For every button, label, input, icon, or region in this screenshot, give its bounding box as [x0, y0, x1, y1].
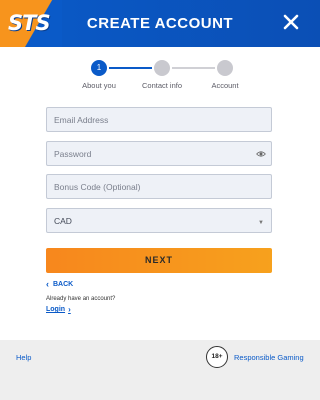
- responsible-gaming-link[interactable]: Responsible Gaming: [234, 353, 304, 362]
- step-connector-2: [172, 67, 215, 69]
- email-field[interactable]: [47, 108, 271, 131]
- step-1-label: About you: [82, 81, 116, 90]
- login-link[interactable]: Login ›: [46, 305, 71, 314]
- step-2-indicator: [154, 60, 170, 76]
- step-3-label: Account: [211, 81, 239, 90]
- header-bar: STS CREATE ACCOUNT: [0, 0, 320, 47]
- caret-down-icon: ▼: [258, 220, 264, 226]
- step-2-label: Contact info: [141, 81, 183, 90]
- close-button[interactable]: [280, 11, 302, 33]
- step-connector-1: [109, 67, 152, 69]
- password-field[interactable]: [47, 142, 271, 165]
- close-icon: [283, 14, 299, 30]
- registration-stepper: 1 About you Contact info Account: [0, 58, 320, 94]
- step-1-indicator: 1: [91, 60, 107, 76]
- bonus-code-field[interactable]: [47, 175, 271, 198]
- chevron-right-icon: ›: [68, 305, 71, 314]
- next-button[interactable]: NEXT: [46, 248, 272, 273]
- footer: Help 18+ Responsible Gaming: [0, 340, 320, 400]
- eye-icon[interactable]: [256, 149, 266, 159]
- step-3-indicator: [217, 60, 233, 76]
- already-have-account-text: Already have an account?: [46, 296, 116, 302]
- password-field-wrapper: [46, 141, 272, 166]
- bonus-code-field-wrapper: [46, 174, 272, 199]
- currency-selected-value: CAD: [54, 215, 72, 226]
- back-label: BACK: [53, 281, 74, 288]
- chevron-left-icon: ‹: [46, 279, 49, 289]
- login-label: Login: [46, 306, 66, 313]
- age-restriction-badge: 18+: [206, 346, 228, 368]
- currency-select[interactable]: CAD ▼: [46, 208, 272, 233]
- help-link[interactable]: Help: [16, 353, 31, 362]
- page-title: CREATE ACCOUNT: [86, 15, 234, 32]
- email-field-wrapper: [46, 107, 272, 132]
- back-link[interactable]: ‹ BACK: [46, 280, 73, 289]
